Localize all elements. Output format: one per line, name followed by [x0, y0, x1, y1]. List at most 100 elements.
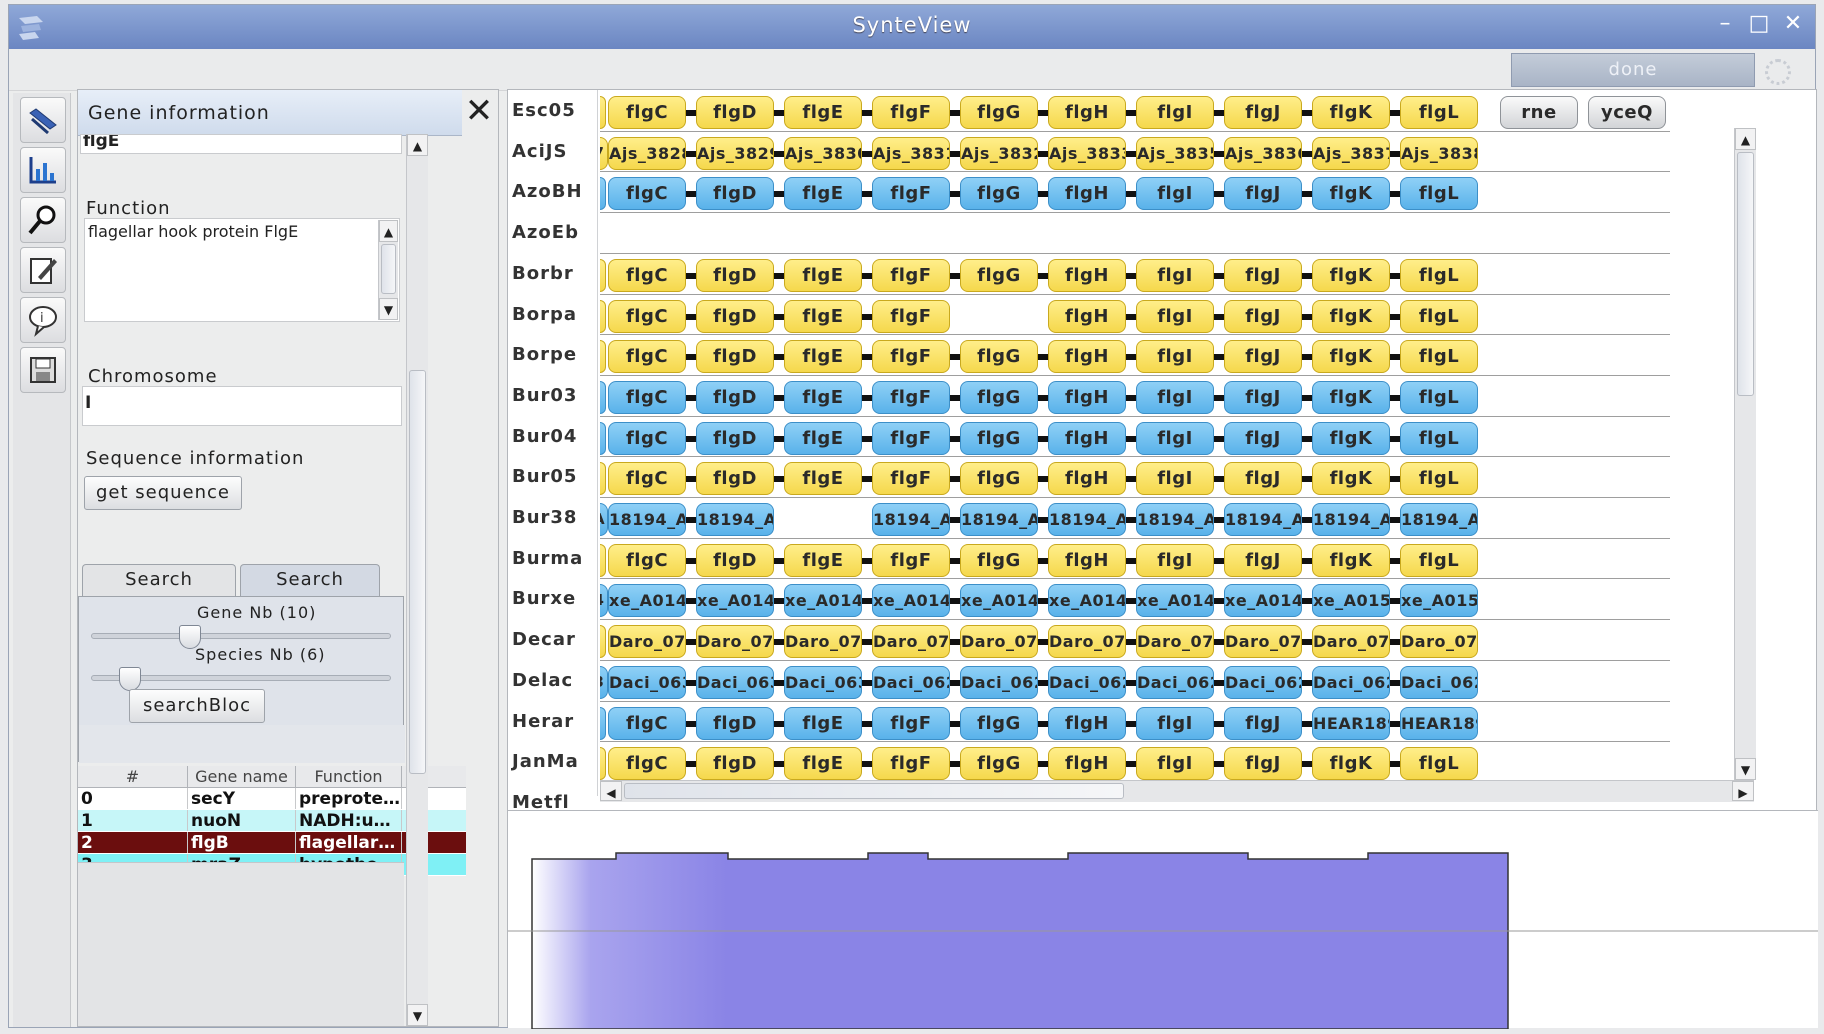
gene-block-other[interactable]: rne [1500, 96, 1578, 129]
gene-block[interactable]: xe_A014 [696, 584, 774, 618]
overview-density-plot[interactable] [508, 811, 1818, 1030]
gene-block[interactable]: Daro_075 [872, 625, 950, 659]
gene-block[interactable]: 18194_A [1048, 503, 1126, 536]
gene-block[interactable]: Daro_075 [1400, 625, 1478, 659]
species-nb-slider-handle[interactable] [119, 667, 141, 691]
gene-block[interactable]: flgJ [1224, 299, 1302, 333]
gene-block[interactable]: flgH [1048, 177, 1126, 211]
gene-block[interactable]: flgJ [1224, 258, 1302, 292]
gene-block[interactable]: flgI [1136, 421, 1214, 455]
gene-block[interactable]: flgK [1312, 340, 1390, 374]
gene-block[interactable]: flgD [696, 462, 774, 496]
gene-block[interactable]: flgC [608, 340, 686, 374]
gene-block[interactable]: flgH [1048, 380, 1126, 414]
gene-block[interactable]: flgE [784, 421, 862, 455]
gene-block[interactable]: flgK [1312, 543, 1390, 577]
gene-block[interactable]: flgE [784, 177, 862, 211]
panel-scroll-thumb[interactable] [409, 370, 426, 774]
gene-block[interactable]: flgI [1136, 340, 1214, 374]
gene-block[interactable]: xe_A014 [1048, 584, 1126, 618]
search-bloc-button[interactable]: searchBloc [129, 689, 265, 723]
gene-block[interactable]: flgE [784, 258, 862, 292]
gene-block[interactable]: flgH [1048, 706, 1126, 740]
search-button[interactable] [20, 197, 66, 243]
gene-block[interactable]: flgF [872, 299, 950, 333]
gene-block[interactable]: flgJ [1224, 747, 1302, 780]
gene-block-partial[interactable] [600, 462, 606, 496]
gene-block[interactable]: flgL [1400, 258, 1478, 292]
gene-block[interactable]: flgD [696, 299, 774, 333]
gene-block[interactable]: flgF [872, 462, 950, 496]
gene-block[interactable]: xe_A014 [1224, 584, 1302, 618]
gene-block[interactable]: flgI [1136, 299, 1214, 333]
gene-block[interactable]: flgH [1048, 258, 1126, 292]
gene-block[interactable]: flgL [1400, 177, 1478, 211]
panel-close-button[interactable]: ✕ [462, 92, 496, 132]
gene-block[interactable]: Daro_075 [1224, 625, 1302, 659]
gene-block[interactable]: flgH [1048, 96, 1126, 129]
gene-block[interactable]: Daci_062 [960, 665, 1038, 699]
gene-block[interactable]: flgL [1400, 340, 1478, 374]
species-label[interactable]: Esc05 [512, 100, 576, 121]
synteny-vscroll-thumb[interactable] [1737, 152, 1754, 396]
edit-button[interactable] [20, 247, 66, 293]
gene-block[interactable]: flgL [1400, 421, 1478, 455]
gene-block[interactable]: flgD [696, 380, 774, 414]
species-label[interactable]: AzoEb [512, 222, 579, 243]
column-header-index[interactable]: # [78, 766, 188, 787]
gene-block[interactable]: flgD [696, 421, 774, 455]
gene-block[interactable]: flgF [872, 177, 950, 211]
gene-block[interactable]: flgG [960, 177, 1038, 211]
gene-block[interactable]: flgF [872, 258, 950, 292]
gene-block[interactable]: flgD [696, 96, 774, 129]
gene-block[interactable]: Ajs_3832 [960, 136, 1038, 170]
species-label[interactable]: Burxe [512, 588, 576, 609]
gene-block[interactable]: flgC [608, 747, 686, 780]
gene-block[interactable]: flgK [1312, 258, 1390, 292]
gene-block[interactable]: flgK [1312, 380, 1390, 414]
gene-block[interactable]: flgI [1136, 543, 1214, 577]
gene-block[interactable]: flgK [1312, 96, 1390, 129]
gene-block[interactable]: flgL [1400, 462, 1478, 496]
species-label[interactable]: Delac [512, 670, 573, 691]
gene-block-partial[interactable] [600, 177, 606, 211]
gene-block[interactable]: flgI [1136, 96, 1214, 129]
gene-block[interactable]: flgL [1400, 96, 1478, 129]
function-scrollbar[interactable]: ▲ ▼ [378, 220, 398, 320]
gene-block[interactable]: xe_A015 [1312, 584, 1390, 618]
gene-block[interactable]: 18194_A [696, 503, 774, 536]
gene-block[interactable]: Ajs_3830 [784, 136, 862, 170]
gene-block-partial[interactable] [600, 299, 606, 333]
gene-block[interactable]: Daci_063 [696, 665, 774, 699]
gene-name-field[interactable]: flgE [80, 134, 402, 154]
gene-block[interactable]: flgC [608, 96, 686, 129]
gene-block[interactable]: flgH [1048, 747, 1126, 780]
gene-block[interactable]: Ajs_3837 [1312, 136, 1390, 170]
species-label[interactable]: Bur38 [512, 507, 577, 528]
gene-block[interactable]: flgC [608, 543, 686, 577]
close-window-button[interactable]: ✕ [1779, 11, 1807, 36]
species-label[interactable]: Burma [512, 548, 583, 569]
gene-block[interactable]: Daro_075 [784, 625, 862, 659]
gene-block[interactable]: 18194_A [1224, 503, 1302, 536]
gene-block[interactable]: flgE [784, 299, 862, 333]
gene-block[interactable]: flgF [872, 96, 950, 129]
gene-nb-slider[interactable] [91, 633, 391, 639]
gene-block[interactable]: flgI [1136, 706, 1214, 740]
gene-block[interactable]: flgD [696, 340, 774, 374]
gene-block[interactable]: flgL [1400, 299, 1478, 333]
gene-block[interactable]: Ajs_3835 [1136, 136, 1214, 170]
chart-button[interactable] [20, 147, 66, 193]
gene-block-partial[interactable] [600, 625, 606, 659]
function-textarea[interactable]: flagellar hook protein FlgE [84, 218, 400, 322]
get-sequence-button[interactable]: get sequence [84, 476, 242, 510]
gene-block[interactable]: flgH [1048, 421, 1126, 455]
gene-block[interactable]: flgF [872, 543, 950, 577]
gene-block[interactable]: 18194_A [1136, 503, 1214, 536]
gene-block[interactable]: Daci_062 [1224, 665, 1302, 699]
gene-block[interactable]: flgE [784, 380, 862, 414]
synteny-horizontal-scrollbar[interactable]: ◀ ▶ [600, 780, 1754, 802]
panel-scrollbar[interactable]: ▲ ▼ [406, 134, 428, 1026]
gene-block[interactable]: flgG [960, 380, 1038, 414]
species-label[interactable]: Herar [512, 711, 574, 732]
